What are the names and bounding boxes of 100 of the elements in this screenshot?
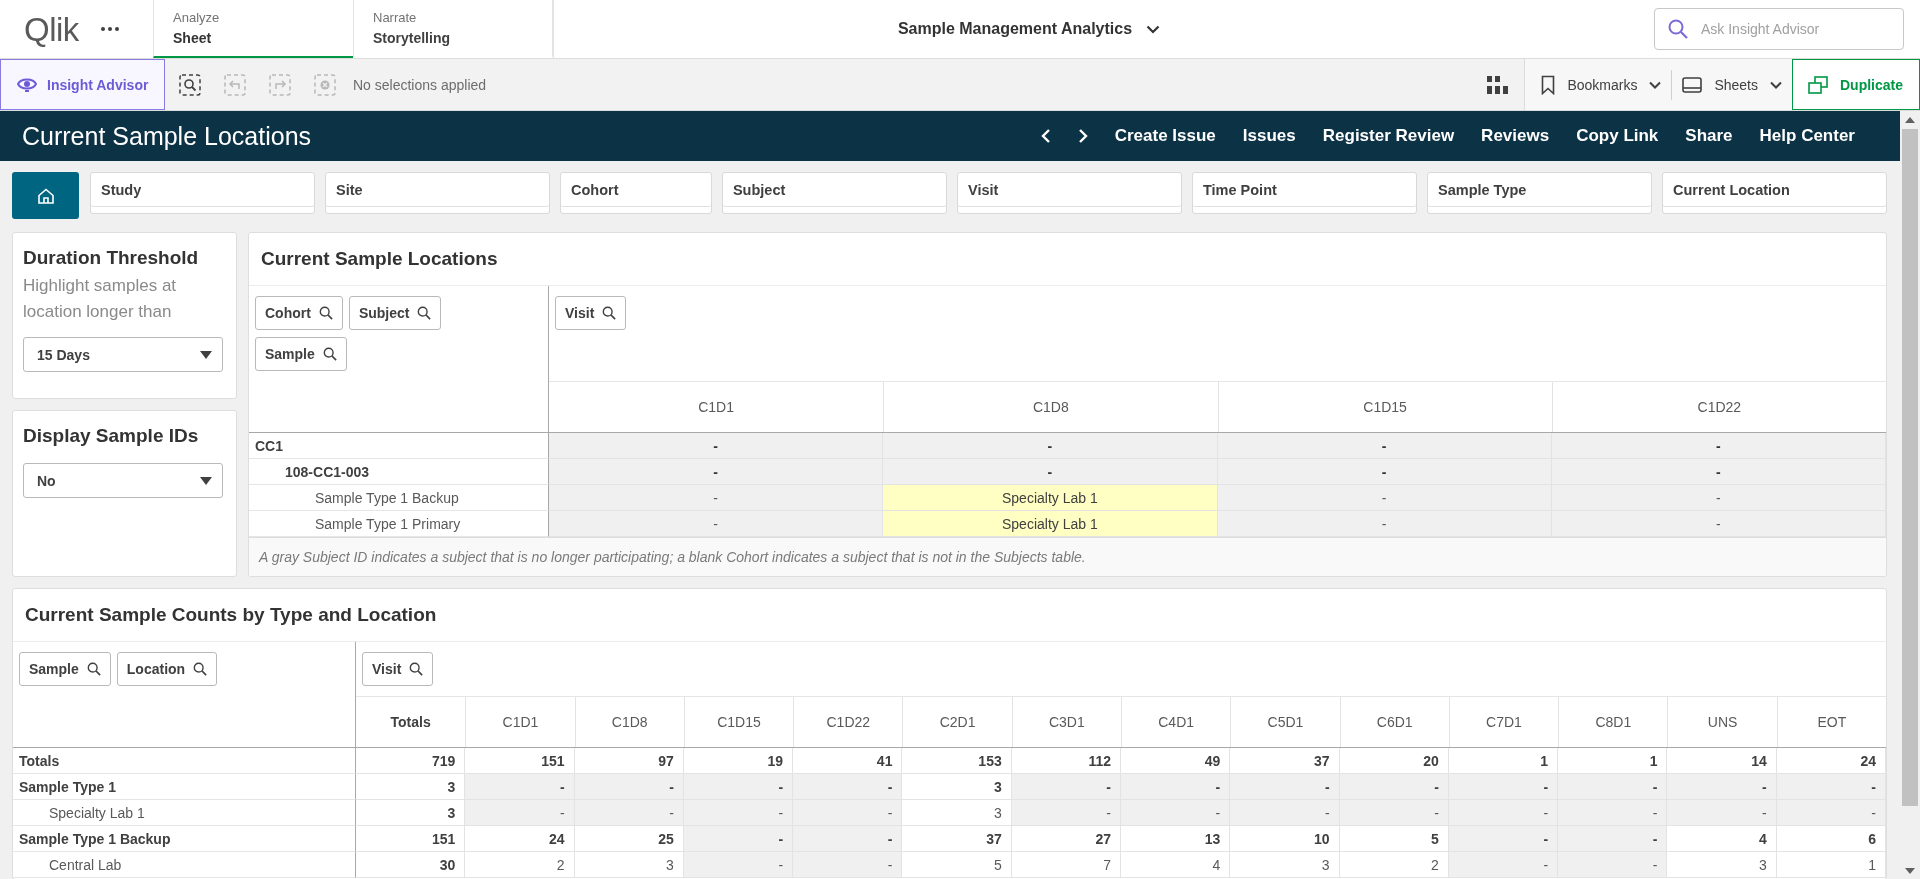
dimension-chip[interactable]: Subject: [348, 296, 442, 330]
table-cell: 30: [356, 852, 466, 878]
dropdown-field[interactable]: No: [23, 463, 223, 498]
row-header-cell: CC1: [249, 433, 549, 459]
table-cell: -: [1217, 459, 1552, 485]
table-cell: 3: [1230, 852, 1340, 878]
table-cell: 24: [465, 826, 575, 852]
table-cell: -: [1667, 800, 1777, 826]
header-link[interactable]: Reviews: [1481, 126, 1550, 146]
table-cell: -: [1339, 774, 1449, 800]
column-header: C8D1: [1558, 697, 1668, 747]
row-header-cell: Sample Type 1: [13, 774, 356, 800]
table-cell: -: [1558, 852, 1668, 878]
dimension-chip[interactable]: Sample: [19, 652, 111, 686]
insight-advisor-button[interactable]: Insight Advisor: [0, 59, 165, 110]
table-cell: -: [549, 433, 884, 459]
column-header: UNS: [1667, 697, 1777, 747]
table-cell: -: [1776, 774, 1886, 800]
dimension-chip[interactable]: Visit: [362, 652, 434, 686]
home-icon: [36, 186, 55, 205]
table-cell: -: [1667, 774, 1777, 800]
bookmarks-button[interactable]: Bookmarks: [1537, 68, 1666, 101]
dimension-chip[interactable]: Visit: [555, 296, 627, 330]
table-cell: 153: [902, 748, 1012, 774]
column-header: C1D8: [574, 697, 684, 747]
filter-box[interactable]: Sample Type: [1427, 172, 1652, 214]
table-cell: 6: [1776, 826, 1886, 852]
row-header-cell: Totals: [13, 748, 356, 774]
header-link[interactable]: Register Review: [1322, 126, 1455, 146]
column-header: C3D1: [1011, 697, 1121, 747]
home-button[interactable]: [12, 172, 79, 219]
chevron-left-icon[interactable]: [1040, 128, 1051, 144]
filter-box[interactable]: Time Point: [1192, 172, 1417, 214]
tab[interactable]: Analyze Sheet: [153, 0, 353, 58]
up-arrow-icon[interactable]: [1905, 117, 1915, 123]
table-cell: 3: [574, 852, 684, 878]
search-field[interactable]: Ask Insight Advisor: [1654, 8, 1904, 50]
header-link[interactable]: Help Center: [1759, 126, 1855, 146]
table-cell: 3: [902, 774, 1012, 800]
column-header: C2D1: [902, 697, 1012, 747]
search-icon: [193, 662, 208, 676]
table-cell: -: [1448, 826, 1559, 852]
table-cell: 151: [356, 826, 466, 852]
chevron-down-icon: [1770, 80, 1782, 89]
chevron-right-icon[interactable]: [1077, 128, 1088, 144]
table-cell: 1: [1448, 748, 1559, 774]
search-icon: [602, 306, 617, 320]
table-cell: Specialty Lab 1: [883, 511, 1218, 537]
table-cell: -: [1121, 800, 1231, 826]
table-cell: 20: [1339, 748, 1449, 774]
qlik-logo: Qlik: [24, 12, 79, 46]
table-cell: -: [1217, 433, 1552, 459]
column-header: C1D15: [683, 697, 794, 747]
panel-title: Duration Threshold: [23, 247, 199, 269]
filter-box[interactable]: Subject: [721, 172, 947, 214]
table-cell: -: [1230, 774, 1340, 800]
table-cell: -: [1551, 485, 1886, 511]
row-header-cell: Specialty Lab 1: [13, 800, 356, 826]
table-cell: 1: [1558, 748, 1668, 774]
filter-box[interactable]: Visit: [956, 172, 1182, 214]
search-icon: [322, 347, 337, 361]
tab[interactable]: Narrate Storytelling: [353, 0, 553, 58]
table-cell: -: [1551, 511, 1886, 537]
header-link[interactable]: Copy Link: [1576, 126, 1659, 146]
filter-box[interactable]: Current Location: [1662, 172, 1888, 214]
filter-box[interactable]: Cohort: [560, 172, 712, 214]
table-cell: -: [683, 826, 794, 852]
header-link[interactable]: Create Issue: [1114, 126, 1216, 146]
table-cell: 112: [1011, 748, 1121, 774]
column-header: C1D22: [793, 697, 903, 747]
table-cell: 24: [1776, 748, 1886, 774]
table-cell: -: [574, 774, 684, 800]
app-title-button[interactable]: Sample Management Analytics: [897, 16, 1161, 42]
dimension-chip[interactable]: Sample: [255, 337, 347, 371]
table-cell: 14: [1667, 748, 1777, 774]
dimension-chip[interactable]: Location: [116, 652, 218, 686]
row-header-cell: Central Lab: [13, 852, 356, 878]
dimension-chip[interactable]: Cohort: [255, 296, 343, 330]
dashed-search-icon[interactable]: [179, 73, 201, 96]
table-cell: 41: [793, 748, 903, 774]
row-header-cell: Sample Type 1 Backup: [13, 826, 356, 852]
more-icon[interactable]: [100, 27, 119, 31]
filter-box[interactable]: Site: [325, 172, 551, 214]
grid-icon[interactable]: [1486, 74, 1509, 95]
header-link[interactable]: Share: [1685, 126, 1733, 146]
table-cell: 2: [1339, 852, 1449, 878]
scrollbar-thumb[interactable]: [1902, 129, 1918, 806]
header-link[interactable]: Issues: [1242, 126, 1296, 146]
duplicate-button[interactable]: Duplicate: [1792, 59, 1920, 110]
sheets-button[interactable]: Sheets: [1678, 70, 1786, 99]
table-cell: 151: [465, 748, 575, 774]
caret-icon: [200, 350, 212, 359]
search-icon: [417, 306, 432, 320]
filter-box[interactable]: Study: [90, 172, 315, 214]
table-cell: -: [1121, 774, 1231, 800]
table-cell: 5: [1339, 826, 1449, 852]
down-arrow-icon[interactable]: [1905, 868, 1915, 874]
dropdown-field[interactable]: 15 Days: [23, 337, 223, 372]
table-cell: -: [683, 774, 794, 800]
table-cell: 1: [1776, 852, 1886, 878]
